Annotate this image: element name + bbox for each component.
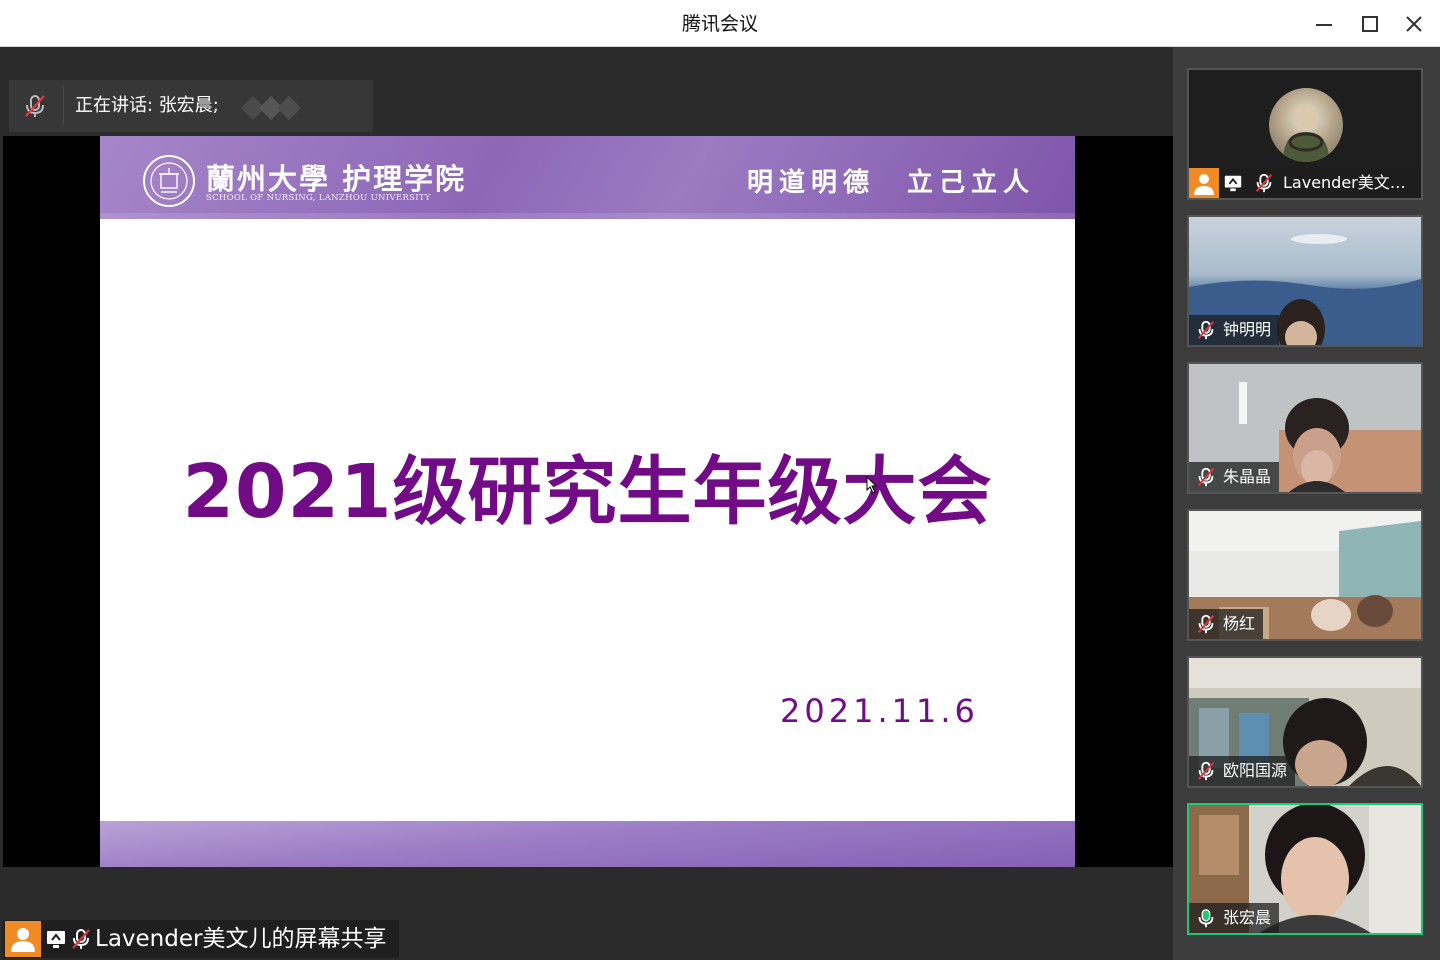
participant-label: Lavender美文儿的屏幕共享 [1189,168,1421,198]
school-name-en: SCHOOL OF NURSING, LANZHOU UNIVERSITY [206,193,431,203]
participant-name: Lavender美文儿的屏幕共享 [1283,173,1419,192]
participant-label: 朱晶晶 [1189,462,1280,492]
slide-title: 2021级研究生年级大会 [182,449,993,535]
avatar [1269,88,1343,162]
screen-share-label: Lavender美文儿的屏幕共享 [3,920,399,958]
screen-share-icon [47,931,65,948]
mic-muted-icon [1197,320,1215,340]
participant-tile[interactable]: 钟明明 [1187,215,1423,347]
title-bar: 腾讯会议 [0,0,1440,47]
participant-label: 张宏晨 [1189,903,1280,933]
participant-label: 欧阳国源 [1189,756,1296,786]
maximize-icon[interactable] [1354,8,1386,40]
screen-share-icon [1224,175,1242,192]
tencent-meeting-logo-icon [241,96,301,120]
participant-name: 朱晶晶 [1223,467,1272,486]
participant-name: 钟明明 [1223,320,1272,339]
participant-name: 杨红 [1223,614,1256,633]
screen-share-text: Lavender美文儿的屏幕共享 [95,926,387,952]
avatar-photo-icon [1283,104,1329,162]
participant-tile-active-speaker[interactable]: 张宏晨 [1187,803,1423,935]
mic-muted-icon [1197,761,1215,781]
university-seal-icon [143,155,195,207]
mic-muted-icon [1255,173,1273,193]
screen-share-area: 蘭州大學 护理学院 SCHOOL OF NURSING, LANZHOU UNI… [3,136,1173,867]
participant-tile[interactable]: 欧阳国源 [1187,656,1423,788]
close-icon[interactable] [1398,8,1430,40]
mic-muted-icon [1197,467,1215,487]
participant-name: 欧阳国源 [1223,761,1288,780]
participant-label: 钟明明 [1189,315,1280,345]
participant-tile[interactable]: 朱晶晶 [1187,362,1423,494]
mic-muted-icon [25,95,45,117]
speaking-indicator: 正在讲话: 张宏晨; [9,80,373,132]
user-avatar-icon [5,921,41,957]
mic-muted-icon [72,929,90,949]
user-avatar-icon [1189,168,1219,198]
slide-header: 蘭州大學 护理学院 SCHOOL OF NURSING, LANZHOU UNI… [100,136,1075,219]
participant-tile[interactable]: Lavender美文儿的屏幕共享 [1187,68,1423,200]
participant-tile[interactable]: 杨红 [1187,509,1423,641]
presentation-slide: 蘭州大學 护理学院 SCHOOL OF NURSING, LANZHOU UNI… [100,136,1075,867]
divider [63,86,64,126]
school-name-cn: 蘭州大學 护理学院 [206,162,467,196]
participant-label: 杨红 [1189,609,1264,639]
mic-muted-icon [1197,614,1215,634]
mouse-cursor-icon [866,476,878,494]
slide-footer [100,821,1075,867]
mic-active-icon [1198,909,1214,928]
speaking-text: 正在讲话: 张宏晨; [75,95,219,116]
school-motto: 明道明德 立己立人 [746,168,1035,198]
slide-date: 2021.11.6 [780,692,979,730]
minimize-icon[interactable] [1308,8,1340,40]
participant-sidebar: Lavender美文儿的屏幕共享 [1173,47,1440,960]
participant-name: 张宏晨 [1223,908,1272,927]
main-view: 正在讲话: 张宏晨; 蘭州大學 护理学院 SCHOOL OF NURSING, … [3,47,1173,957]
window-title: 腾讯会议 [681,13,758,35]
